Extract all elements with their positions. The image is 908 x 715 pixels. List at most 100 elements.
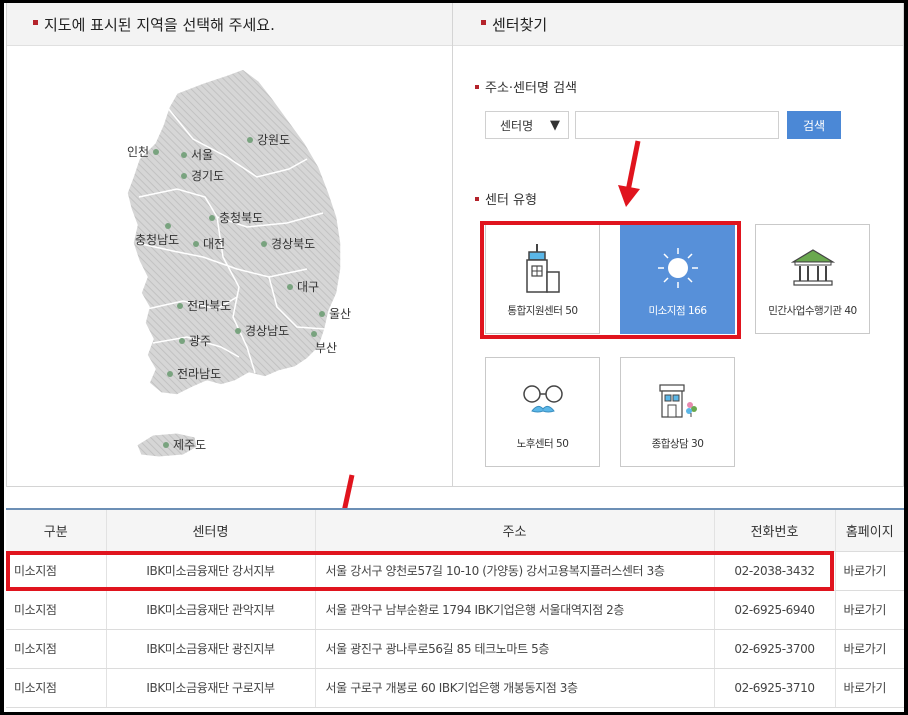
- cell-address: 서울 광진구 광나루로56길 85 테크노마트 5층: [315, 629, 715, 669]
- col-header-address: 주소: [315, 510, 715, 552]
- cell-address: 서울 관악구 남부순환로 1794 IBK기업은행 서울대역지점 2층: [315, 590, 715, 630]
- map-panel-title: 지도에 표시된 지역을 선택해 주세요.: [44, 15, 275, 34]
- region-label: 서울: [191, 148, 214, 162]
- cell-type: 미소지점: [6, 668, 107, 708]
- bullet-icon: [33, 19, 38, 25]
- region-label: 인천: [127, 145, 150, 159]
- card-label: 미소지점 166: [648, 305, 707, 317]
- cell-name: IBK미소금융재단 광진지부: [106, 629, 316, 669]
- card-general-consult[interactable]: 종합상담 30: [620, 357, 735, 467]
- cell-type: 미소지점: [6, 551, 107, 591]
- region-ulsan[interactable]: 울산: [315, 305, 351, 322]
- page-frame: 지도에 표시된 지역을 선택해 주세요. 인천 서울 강원도 경기도 충청북도 …: [4, 3, 904, 712]
- region-incheon[interactable]: 인천: [127, 143, 163, 160]
- card-nohu-center[interactable]: 노후센터 50: [485, 357, 600, 467]
- search-section-title: 주소·센터명 검색: [475, 77, 577, 96]
- shop-icon: [656, 372, 700, 430]
- map-panel: 지도에 표시된 지역을 선택해 주세요. 인천 서울 강원도 경기도 충청북도 …: [6, 3, 453, 487]
- select-value: 센터명: [500, 118, 534, 133]
- region-busan[interactable]: 부산: [307, 331, 337, 356]
- bullet-icon: [475, 196, 479, 201]
- region-chungnam[interactable]: 충청남도: [135, 223, 179, 248]
- col-header-phone: 전화번호: [714, 510, 836, 552]
- region-gyeongbuk[interactable]: 경상북도: [257, 235, 315, 252]
- region-label: 충청남도: [135, 233, 180, 247]
- region-label: 제주도: [173, 438, 207, 452]
- location-dot-icon: [165, 223, 171, 229]
- homepage-link[interactable]: 바로가기: [835, 551, 904, 591]
- card-integrated-center[interactable]: 통합지원센터 50: [485, 224, 600, 334]
- center-search-panel: 센터찾기 주소·센터명 검색 센터명 ▼ 검색 센터 유형 통합지원센터 50 …: [453, 3, 904, 487]
- sun-icon: [656, 239, 700, 297]
- korea-map[interactable]: 인천 서울 강원도 경기도 충청북도 충청남도 대전 경상북도 대구 전라북도 …: [7, 47, 452, 487]
- homepage-link[interactable]: 바로가기: [835, 590, 904, 630]
- cell-type: 미소지점: [6, 629, 107, 669]
- homepage-link[interactable]: 바로가기: [835, 668, 904, 708]
- glasses-mustache-icon: [520, 372, 566, 430]
- region-gangwon[interactable]: 강원도: [243, 131, 290, 148]
- col-header-homepage: 홈페이지: [835, 510, 904, 552]
- location-dot-icon: [319, 310, 325, 317]
- chevron-down-icon: ▼: [550, 117, 560, 133]
- region-label: 대구: [297, 280, 320, 294]
- region-gyeonggi[interactable]: 경기도: [177, 167, 224, 184]
- region-label: 경상북도: [271, 237, 316, 251]
- region-gwangju[interactable]: 광주: [175, 332, 211, 349]
- region-label: 경기도: [191, 169, 225, 183]
- table-row: 미소지점 IBK미소금융재단 구로지부 서울 구로구 개봉로 60 IBK기업은…: [6, 668, 904, 708]
- bullet-icon: [475, 84, 479, 89]
- cell-name: IBK미소금융재단 구로지부: [106, 668, 316, 708]
- location-dot-icon: [235, 327, 241, 334]
- cell-address: 서울 강서구 양천로57길 10-10 (가양동) 강서고용복지플러스센터 3층: [315, 551, 715, 591]
- region-jeonbuk[interactable]: 전라북도: [173, 297, 231, 314]
- card-label: 종합상담 30: [651, 438, 704, 450]
- region-daejeon[interactable]: 대전: [189, 235, 225, 252]
- location-dot-icon: [287, 283, 293, 290]
- region-label: 대전: [203, 237, 226, 251]
- region-label: 울산: [329, 307, 352, 321]
- region-chungbuk[interactable]: 충청북도: [205, 209, 263, 226]
- col-header-name: 센터명: [106, 510, 316, 552]
- search-input[interactable]: [575, 111, 779, 139]
- map-panel-header: 지도에 표시된 지역을 선택해 주세요.: [7, 3, 452, 46]
- cell-name: IBK미소금융재단 강서지부: [106, 551, 316, 591]
- location-dot-icon: [163, 441, 169, 448]
- center-list-table: 구분 센터명 주소 전화번호 홈페이지 미소지점 IBK미소금융재단 강서지부 …: [6, 508, 904, 708]
- region-daegu[interactable]: 대구: [283, 278, 319, 295]
- search-type-select[interactable]: 센터명 ▼: [485, 111, 569, 139]
- region-jeju[interactable]: 제주도: [159, 436, 206, 453]
- region-jeonnam[interactable]: 전라남도: [163, 365, 221, 382]
- location-dot-icon: [153, 148, 160, 155]
- table-row: 미소지점 IBK미소금융재단 강서지부 서울 강서구 양천로57길 10-10 …: [6, 551, 904, 591]
- building-icon: [523, 239, 563, 297]
- card-microfinance-branch[interactable]: 미소지점 166: [620, 224, 735, 334]
- search-button[interactable]: 검색: [787, 111, 841, 139]
- location-dot-icon: [181, 172, 187, 179]
- card-label: 통합지원센터 50: [507, 305, 578, 317]
- korea-map-shape: [126, 68, 342, 458]
- region-label: 경상남도: [245, 324, 290, 338]
- card-private-agency[interactable]: 민간사업수행기관 40: [755, 224, 870, 334]
- search-section-label: 주소·센터명 검색: [485, 81, 577, 96]
- region-label: 전라북도: [187, 299, 232, 313]
- region-seoul[interactable]: 서울: [177, 146, 213, 163]
- location-dot-icon: [261, 240, 267, 247]
- cell-phone: 02-6925-3710: [714, 668, 836, 708]
- cell-type: 미소지점: [6, 590, 107, 630]
- table-header-row: 구분 센터명 주소 전화번호 홈페이지: [6, 510, 904, 552]
- table-row: 미소지점 IBK미소금융재단 광진지부 서울 광진구 광나루로56길 85 테크…: [6, 629, 904, 669]
- card-label: 민간사업수행기관 40: [768, 305, 857, 317]
- location-dot-icon: [193, 240, 199, 247]
- location-dot-icon: [177, 302, 183, 309]
- col-header-type: 구분: [6, 510, 107, 552]
- region-label: 강원도: [257, 133, 291, 147]
- location-dot-icon: [247, 136, 253, 143]
- homepage-link[interactable]: 바로가기: [835, 629, 904, 669]
- region-label: 광주: [189, 334, 212, 348]
- cell-phone: 02-6925-6940: [714, 590, 836, 630]
- region-gyeongnam[interactable]: 경상남도: [231, 322, 289, 339]
- card-label: 노후센터 50: [516, 438, 569, 450]
- region-label: 충청북도: [219, 211, 264, 225]
- location-dot-icon: [179, 337, 185, 344]
- bank-icon: [790, 239, 835, 297]
